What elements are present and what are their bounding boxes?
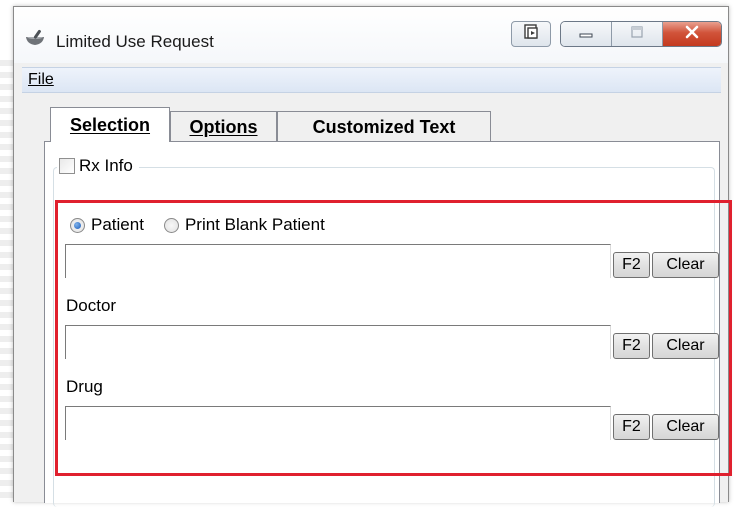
patient-input[interactable] xyxy=(65,244,611,278)
patient-clear-button[interactable]: Clear xyxy=(652,252,719,278)
tab-options-label: Options xyxy=(189,116,258,137)
drug-f2-button[interactable]: F2 xyxy=(613,414,650,440)
doctor-clear-button[interactable]: Clear xyxy=(652,333,719,359)
doctor-label: Doctor xyxy=(66,296,117,315)
tab-customized-text[interactable]: Customized Text xyxy=(277,111,491,142)
patient-mode-radios: Patient Print Blank Patient xyxy=(70,215,345,235)
minimize-icon xyxy=(578,25,594,44)
menu-bar: File xyxy=(22,67,721,93)
mortar-pestle-icon xyxy=(24,29,46,47)
menu-file-label: File xyxy=(28,71,54,88)
radio-selected-dot xyxy=(74,221,81,229)
selection-tab-panel: Rx Info Patient Print Blank Patient F2 C… xyxy=(44,141,732,507)
rx-info-legend: Rx Info xyxy=(57,156,139,176)
window-title: Limited Use Request xyxy=(56,32,214,51)
caption-buttons xyxy=(560,21,722,47)
tab-selection[interactable]: Selection xyxy=(50,107,170,142)
title-bar[interactable]: Limited Use Request xyxy=(14,7,728,63)
patient-radio-label: Patient xyxy=(91,215,144,234)
doctor-f2-button[interactable]: F2 xyxy=(613,333,650,359)
patient-radio[interactable] xyxy=(70,217,85,233)
patient-f2-button[interactable]: F2 xyxy=(613,252,650,278)
maximize-icon xyxy=(629,25,645,44)
rx-info-checkbox[interactable] xyxy=(59,158,75,174)
close-icon xyxy=(684,25,700,44)
print-blank-patient-radio[interactable] xyxy=(163,217,179,233)
close-button[interactable] xyxy=(663,22,721,46)
rx-info-label: Rx Info xyxy=(79,156,133,175)
drug-input[interactable] xyxy=(65,406,611,440)
doctor-input[interactable] xyxy=(65,325,611,359)
limited-use-request-window: Limited Use Request File Selection Optio… xyxy=(13,6,732,507)
tab-options[interactable]: Options xyxy=(170,111,277,142)
drug-label: Drug xyxy=(66,377,103,396)
menu-file[interactable]: File xyxy=(28,71,54,89)
maximize-button[interactable] xyxy=(612,22,663,46)
print-blank-patient-label: Print Blank Patient xyxy=(184,215,325,234)
tab-selection-label: Selection xyxy=(69,114,151,135)
drug-clear-button[interactable]: Clear xyxy=(652,414,719,440)
background-window-edge xyxy=(0,60,14,502)
minimize-button[interactable] xyxy=(561,22,612,46)
help-context-button[interactable] xyxy=(511,21,551,47)
selection-highlight-box: Patient Print Blank Patient F2 Clear Doc… xyxy=(55,200,732,476)
tab-customized-text-label: Customized Text xyxy=(312,116,456,137)
help-context-icon xyxy=(523,23,539,45)
